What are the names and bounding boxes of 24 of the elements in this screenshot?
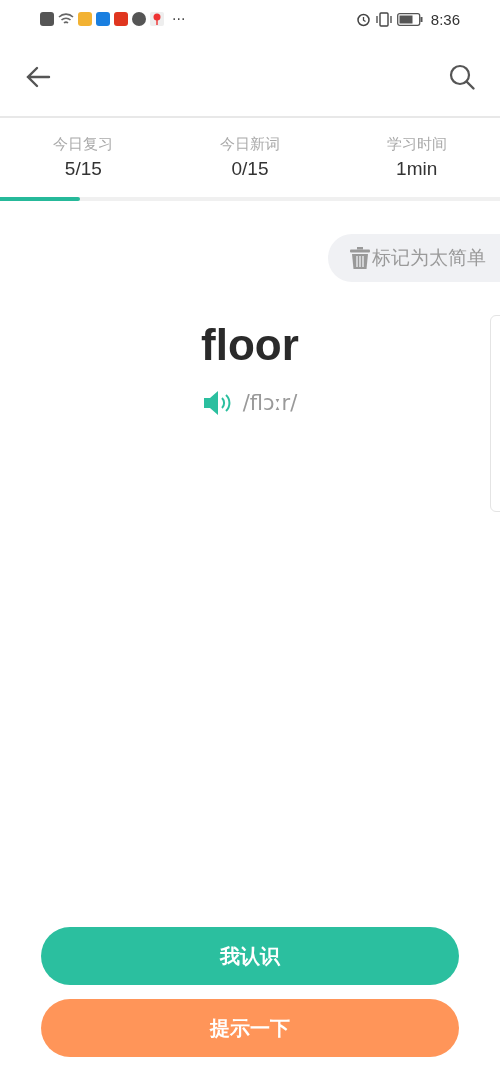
stat-label: 今日新词: [220, 135, 280, 154]
mark-easy-button[interactable]: 标记为太简单: [328, 234, 500, 282]
search-icon[interactable]: [448, 63, 476, 91]
app-icon: [132, 12, 146, 26]
stat-value: 5/15: [64, 158, 102, 180]
app-icon: [96, 12, 110, 26]
app-icon: [114, 12, 128, 26]
map-pin-icon: [150, 12, 164, 26]
battery-icon: [396, 12, 423, 26]
stat-label: 学习时间: [386, 135, 447, 154]
stat-value: 0/15: [231, 158, 269, 180]
phonetic-text: /flɔːr/: [242, 391, 298, 415]
stat-label: 今日复习: [53, 135, 114, 154]
trash-icon: [350, 247, 370, 269]
know-button[interactable]: 我认识: [41, 927, 459, 985]
more-notifications: ···: [172, 11, 186, 27]
hint-button[interactable]: 提示一下: [41, 999, 459, 1057]
wifi-icon: [58, 12, 74, 26]
alarm-icon: [355, 11, 371, 27]
word-text: floor: [200, 320, 300, 370]
clock-time: 8:36: [430, 10, 460, 28]
stat-value: 1min: [396, 158, 438, 180]
vibrate-icon: [374, 11, 393, 27]
mail-app-icon: [78, 12, 92, 26]
